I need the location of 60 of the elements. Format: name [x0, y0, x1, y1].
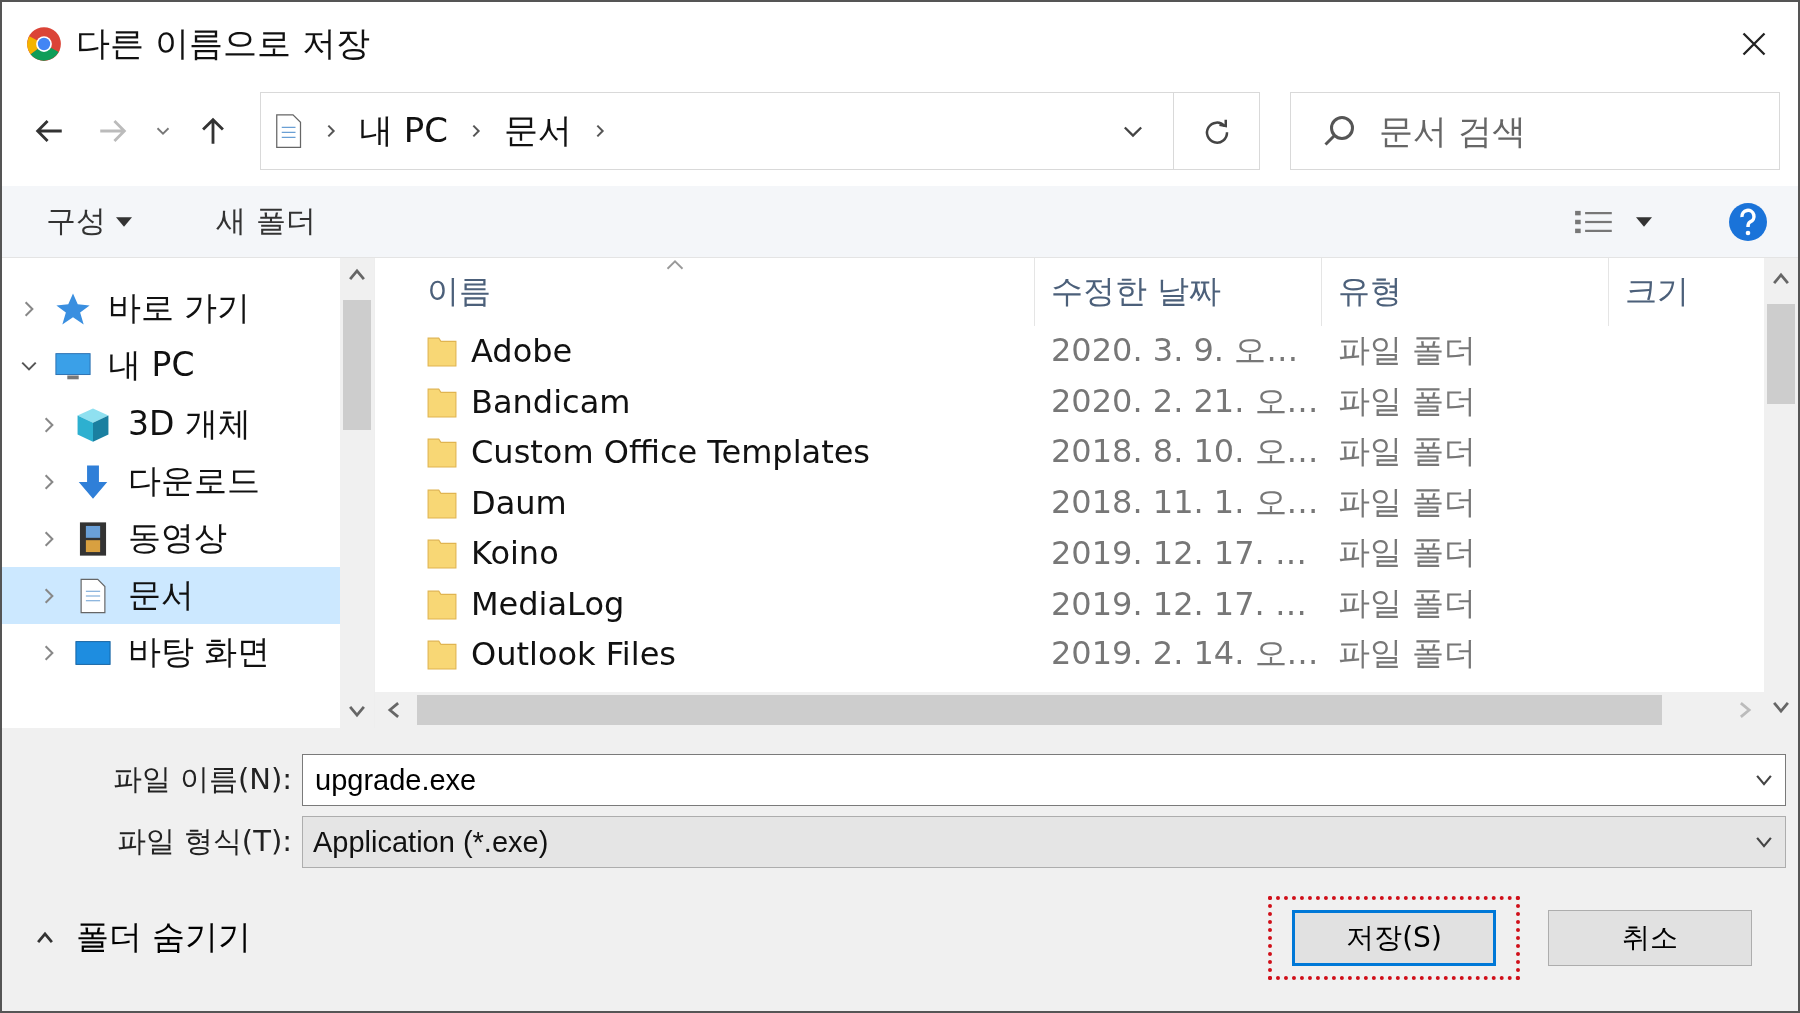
scrollbar-thumb[interactable]: [1767, 304, 1795, 404]
dialog-button[interactable]: 취소: [1548, 909, 1752, 966]
date-cell-text: 2020. 3. 9. 오…: [1051, 330, 1299, 372]
new-folder-button[interactable]: 새 폴더: [202, 195, 330, 248]
nav-item[interactable]: 바로 가기: [2, 280, 340, 337]
help-icon[interactable]: [1728, 201, 1768, 242]
address-bar[interactable]: 내 PC 문서: [260, 92, 1260, 170]
scrollbar-thumb[interactable]: [417, 695, 1662, 725]
nav-item[interactable]: 3D 개체: [2, 396, 340, 453]
organize-button[interactable]: 구성: [32, 195, 146, 248]
type-cell-text: 파일 폴더: [1338, 380, 1477, 422]
file-name[interactable]: Adobe: [471, 332, 573, 371]
file-name-field[interactable]: upgrade.exe: [313, 762, 1753, 798]
type-cell-text: 파일 폴더: [1338, 481, 1477, 523]
sort-caret-icon: [665, 258, 685, 272]
column-header[interactable]: 이름: [387, 258, 1035, 326]
scrollbar-thumb[interactable]: [343, 300, 371, 430]
close-icon[interactable]: [1740, 30, 1768, 58]
scrollbar[interactable]: [1764, 258, 1798, 728]
file-name[interactable]: Koino: [471, 534, 559, 573]
file-name[interactable]: Bandicam: [471, 382, 631, 421]
nav-item[interactable]: 문서: [2, 567, 340, 624]
breadcrumb-item[interactable]: 문서: [504, 108, 573, 154]
nav-item[interactable]: 동영상: [2, 510, 340, 567]
file-name-label: 파일 이름(N):: [111, 761, 293, 798]
file-name[interactable]: Daum: [471, 483, 567, 522]
scrollbar[interactable]: [340, 258, 374, 728]
date-cell-text: 2018. 11. 1. 오…: [1051, 481, 1319, 523]
hide-folders-button[interactable]: 폴더 숨기기: [28, 911, 258, 964]
nav-item[interactable]: 바탕 화면: [2, 624, 340, 681]
browser-logo-icon: [26, 26, 62, 62]
file-name[interactable]: Outlook Files: [471, 635, 676, 674]
column-header[interactable]: 유형: [1322, 258, 1609, 326]
date-cell-text: 2020. 2. 21. 오…: [1051, 380, 1319, 422]
breadcrumb-item[interactable]: 내 PC: [359, 108, 449, 154]
nav-item[interactable]: 내 PC: [2, 337, 340, 394]
file-name[interactable]: Custom Office Templates: [471, 433, 871, 472]
type-cell-text: 파일 폴더: [1338, 431, 1477, 473]
date-cell-text: 2019. 2. 14. 오…: [1051, 633, 1319, 675]
file-name-combo-box[interactable]: upgrade.exe: [302, 754, 1786, 806]
date-cell: 2019. 12. 17. …: [1051, 534, 1307, 573]
date-cell-text: 2018. 8. 10. 오…: [1051, 431, 1319, 473]
caret-icon: [116, 216, 132, 227]
type-cell-text: 파일 폴더: [1338, 532, 1477, 574]
file-type-label: 파일 형식(T):: [115, 823, 293, 860]
type-cell-text: 파일 폴더: [1338, 330, 1477, 372]
nav-item[interactable]: 다운로드: [2, 453, 340, 510]
document-icon: [273, 113, 303, 149]
dialog-button[interactable]: 저장(S): [1292, 909, 1496, 966]
search-box[interactable]: 문서 검색: [1290, 92, 1780, 170]
column-header[interactable]: 크기: [1609, 258, 1764, 326]
caret-icon: [1636, 216, 1652, 227]
file-type-dropdown[interactable]: Application (*.exe): [302, 816, 1786, 868]
search-field[interactable]: 문서 검색: [1377, 110, 1677, 152]
column-header[interactable]: 수정한 날짜: [1035, 258, 1322, 326]
file-name[interactable]: MediaLog: [471, 584, 625, 623]
window-title: 다른 이름으로 저장: [76, 22, 370, 65]
type-cell-text: 파일 폴더: [1338, 582, 1477, 624]
date-cell: 2019. 12. 17. …: [1051, 584, 1307, 623]
type-cell-text: 파일 폴더: [1338, 633, 1477, 675]
